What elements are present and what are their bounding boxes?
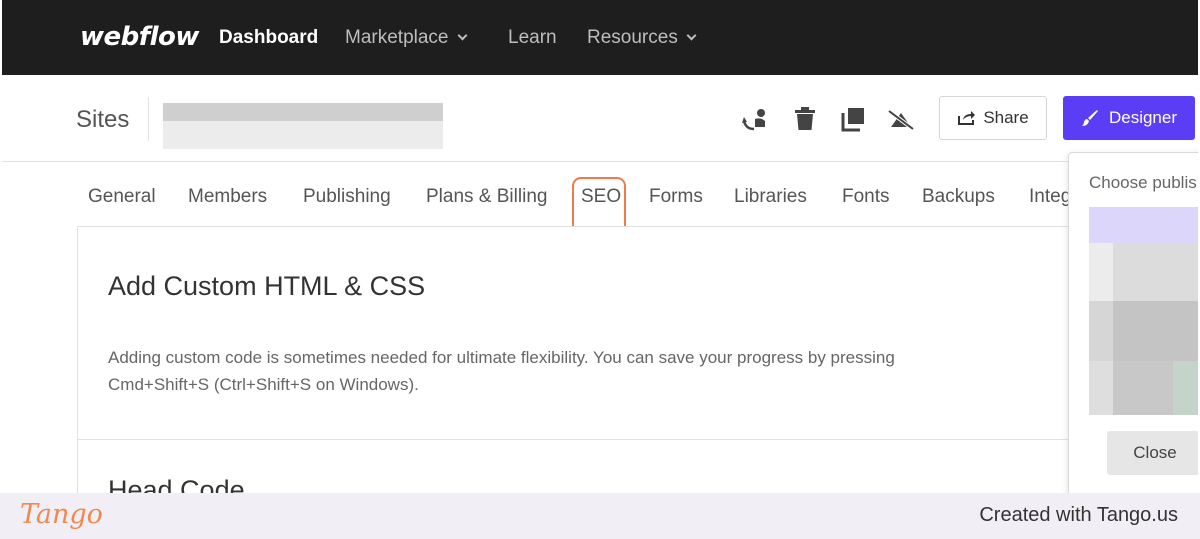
tab-backups[interactable]: Backups [922, 186, 995, 208]
panel-title: Add Custom HTML & CSS [108, 271, 426, 301]
trash-icon[interactable] [791, 105, 819, 133]
popover-title: Choose publis [1089, 173, 1197, 192]
redacted-site-name [163, 103, 443, 121]
unpublish-icon[interactable] [887, 105, 915, 133]
head-code-heading: Head Code [108, 475, 245, 493]
tab-forms[interactable]: Forms [649, 186, 703, 208]
tab-general[interactable]: General [88, 186, 156, 208]
webflow-logo[interactable]: webflow [80, 22, 199, 52]
redacted-block [1089, 361, 1113, 415]
publish-popover: Choose publis Close [1068, 152, 1198, 493]
top-nav: webflow Dashboard Marketplace Learn Reso… [2, 0, 1198, 75]
close-button[interactable]: Close [1107, 431, 1198, 475]
tab-members[interactable]: Members [188, 186, 267, 208]
tango-footer: Tango Created with Tango.us [0, 493, 1200, 539]
nav-dashboard[interactable]: Dashboard [219, 27, 318, 49]
app-window: webflow Dashboard Marketplace Learn Reso… [2, 0, 1198, 493]
share-icon [958, 111, 976, 125]
tango-credit: Created with Tango.us [979, 504, 1178, 526]
site-header: Sites Share Designer [2, 75, 1198, 162]
nav-marketplace-label: Marketplace [345, 27, 449, 48]
share-button[interactable]: Share [939, 96, 1047, 140]
divider [78, 439, 1078, 440]
redacted-site-url [163, 121, 443, 149]
redacted-block [1173, 361, 1198, 415]
redacted-block [1089, 243, 1113, 301]
tab-fonts[interactable]: Fonts [842, 186, 890, 208]
nav-learn[interactable]: Learn [508, 27, 557, 49]
redacted-block [1113, 301, 1198, 361]
nav-marketplace[interactable]: Marketplace [345, 27, 467, 49]
share-label: Share [983, 108, 1029, 127]
brush-icon [1081, 110, 1098, 126]
designer-button[interactable]: Designer [1063, 96, 1195, 140]
tab-integrations[interactable]: Integ [1029, 186, 1071, 208]
designer-label: Designer [1108, 108, 1178, 127]
chevron-down-icon [457, 30, 467, 41]
redacted-domain-option[interactable] [1089, 207, 1198, 243]
duplicate-site-icon[interactable] [741, 105, 769, 133]
panel-description: Adding custom code is sometimes needed f… [108, 348, 895, 394]
redacted-block [1089, 301, 1113, 361]
nav-resources[interactable]: Resources [587, 27, 697, 49]
nav-resources-label: Resources [587, 27, 678, 48]
tab-publishing[interactable]: Publishing [303, 186, 391, 208]
custom-code-panel: Add Custom HTML & CSS Adding custom code… [77, 226, 1078, 493]
chevron-down-icon [686, 30, 697, 41]
sites-link[interactable]: Sites [76, 106, 129, 134]
redacted-block [1113, 361, 1173, 415]
tab-plans-billing[interactable]: Plans & Billing [426, 186, 547, 208]
divider [148, 97, 149, 141]
copy-icon[interactable] [839, 105, 867, 133]
tango-logo: Tango [20, 499, 103, 530]
redacted-block [1113, 243, 1198, 301]
tab-libraries[interactable]: Libraries [734, 186, 807, 208]
